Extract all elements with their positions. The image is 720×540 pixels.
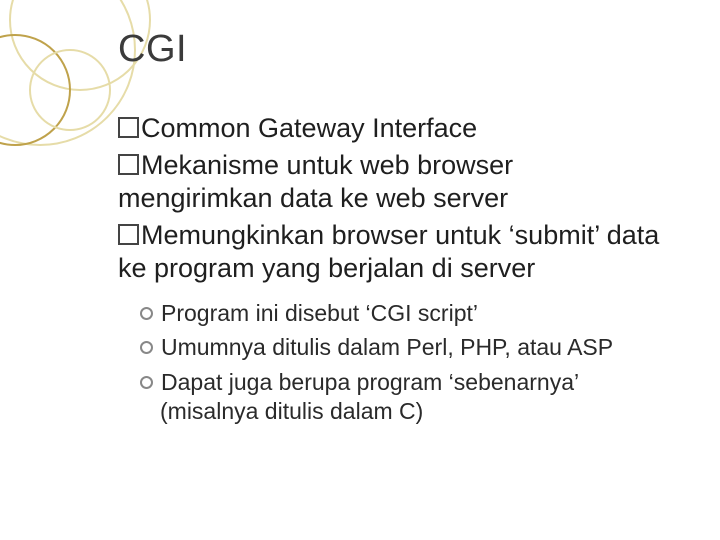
sub-bullet-text: Umumnya ditulis dalam Perl, PHP, atau AS…	[161, 334, 613, 360]
sub-bullet-text: Program ini disebut ‘CGI script’	[161, 300, 478, 326]
ring-bullet-icon	[140, 307, 153, 320]
checkbox-icon	[118, 224, 139, 245]
sub-bullet-list: Program ini disebut ‘CGI script’ Umumnya…	[140, 299, 670, 426]
bullet-item: Mekanisme untuk web browser mengirimkan …	[118, 149, 670, 215]
sub-bullet-item: Program ini disebut ‘CGI script’	[140, 299, 670, 328]
checkbox-icon	[118, 154, 139, 175]
ring-bullet-icon	[140, 341, 153, 354]
sub-bullet-item: Umumnya ditulis dalam Perl, PHP, atau AS…	[140, 333, 670, 362]
ring-bullet-icon	[140, 376, 153, 389]
sub-bullet-text: Dapat juga berupa program ‘sebenarnya’ (…	[160, 369, 578, 424]
bullet-item: Common Gateway Interface	[118, 112, 670, 145]
slide: CGI Common Gateway Interface Mekanisme u…	[0, 0, 720, 540]
bullet-text: Common Gateway Interface	[141, 113, 477, 143]
checkbox-icon	[118, 117, 139, 138]
bullet-text: Memungkinkan browser untuk ‘submit’ data…	[118, 220, 659, 283]
sub-bullet-item: Dapat juga berupa program ‘sebenarnya’ (…	[140, 368, 670, 426]
bullet-text: Mekanisme untuk web browser mengirimkan …	[118, 150, 513, 213]
bullet-item: Memungkinkan browser untuk ‘submit’ data…	[118, 219, 670, 285]
content-body: Common Gateway Interface Mekanisme untuk…	[118, 112, 670, 432]
slide-title: CGI	[118, 28, 187, 71]
